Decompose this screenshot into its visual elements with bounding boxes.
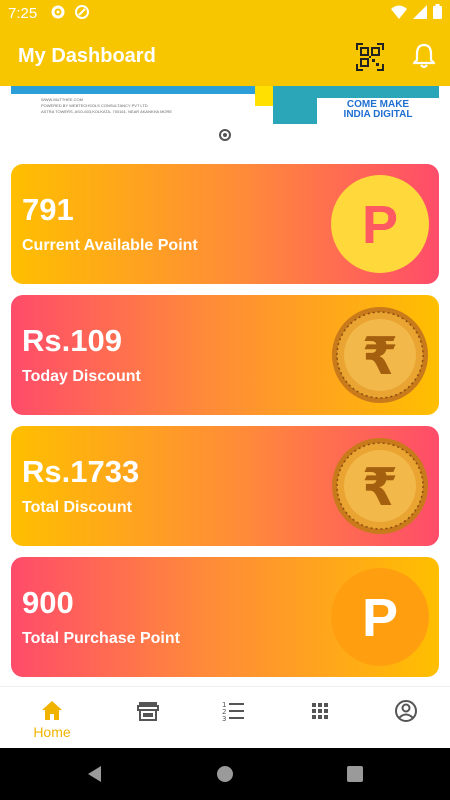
qr-scan-button[interactable] — [356, 43, 384, 71]
system-navigation-bar — [0, 748, 450, 800]
page-title: My Dashboard — [18, 45, 156, 67]
card-label: Current Available Point — [22, 237, 198, 254]
svg-text:P: P — [362, 588, 398, 648]
card-today-discount[interactable]: Rs.109 Today Discount ₹ — [11, 295, 439, 415]
banner-pager-dot[interactable] — [219, 129, 231, 141]
card-value: Rs.1733 — [22, 454, 140, 489]
svg-text:3: 3 — [222, 715, 226, 723]
qr-code-icon — [356, 43, 384, 71]
banner-fine-print-3: ASTRA TOWERS, ASO-603,KOLKATA- 700161, N… — [41, 109, 173, 114]
nav-item-store[interactable] — [106, 687, 190, 749]
status-icons-right — [391, 4, 442, 24]
card-value: 900 — [22, 585, 74, 620]
nav-label-home: Home — [33, 724, 71, 740]
app-bar: My Dashboard — [0, 26, 450, 86]
card-total-purchase-point[interactable]: 900 Total Purchase Point P — [11, 557, 439, 677]
bottom-navigation: Home 1 2 3 — [0, 686, 450, 748]
banner-cta: COME MAKE INDIA DIGITAL — [323, 100, 433, 120]
home-circle-icon[interactable] — [215, 764, 235, 784]
banner-right-panel: COME MAKE INDIA DIGITAL — [273, 86, 439, 124]
nav-item-list[interactable]: 1 2 3 — [191, 687, 275, 749]
svg-text:₹: ₹ — [362, 327, 398, 387]
promo-banner[interactable]: WWW.MUTTHEE.COM POWERED BY WEBTECHSOLS C… — [11, 86, 439, 124]
status-icons-left — [50, 4, 90, 25]
nav-item-home[interactable]: Home — [10, 687, 94, 749]
account-icon — [395, 700, 417, 722]
sync-icon — [74, 4, 90, 25]
card-total-discount[interactable]: Rs.1733 Total Discount ₹ — [11, 426, 439, 546]
banner-left-strip — [11, 86, 273, 94]
numbered-list-icon: 1 2 3 — [222, 701, 244, 723]
recents-icon[interactable] — [345, 764, 365, 784]
banner-cta-line-2: INDIA DIGITAL — [343, 109, 413, 120]
notifications-button[interactable] — [411, 42, 437, 70]
signal-icon — [413, 4, 427, 24]
store-icon — [137, 702, 159, 721]
svg-text:₹: ₹ — [362, 458, 398, 518]
card-value: Rs.109 — [22, 323, 122, 358]
back-icon[interactable] — [85, 764, 105, 784]
status-bar: 7:25 — [0, 0, 450, 26]
card-current-available-point[interactable]: 791 Current Available Point P — [11, 164, 439, 284]
bell-icon — [412, 43, 436, 69]
nav-item-apps[interactable] — [278, 687, 362, 749]
wifi-icon — [391, 5, 407, 24]
settings-icon — [50, 4, 66, 25]
rupee-coin-icon: ₹ — [332, 438, 428, 534]
rupee-coin-icon: ₹ — [332, 307, 428, 403]
nav-item-account[interactable] — [364, 687, 448, 749]
status-time: 7:25 — [8, 5, 38, 22]
svg-text:P: P — [362, 195, 398, 255]
card-value: 791 — [22, 192, 74, 227]
points-p-icon: P — [331, 175, 429, 273]
card-label: Total Discount — [22, 499, 132, 516]
card-label: Today Discount — [22, 368, 141, 385]
banner-yellow-block — [255, 86, 275, 106]
apps-grid-icon — [312, 703, 328, 719]
points-p-icon: P — [331, 568, 429, 666]
battery-icon — [433, 4, 442, 24]
banner-fine-print: WWW.MUTTHEE.COM POWERED BY WEBTECHSOLS C… — [41, 97, 271, 115]
card-label: Total Purchase Point — [22, 630, 180, 647]
home-icon — [42, 701, 62, 720]
